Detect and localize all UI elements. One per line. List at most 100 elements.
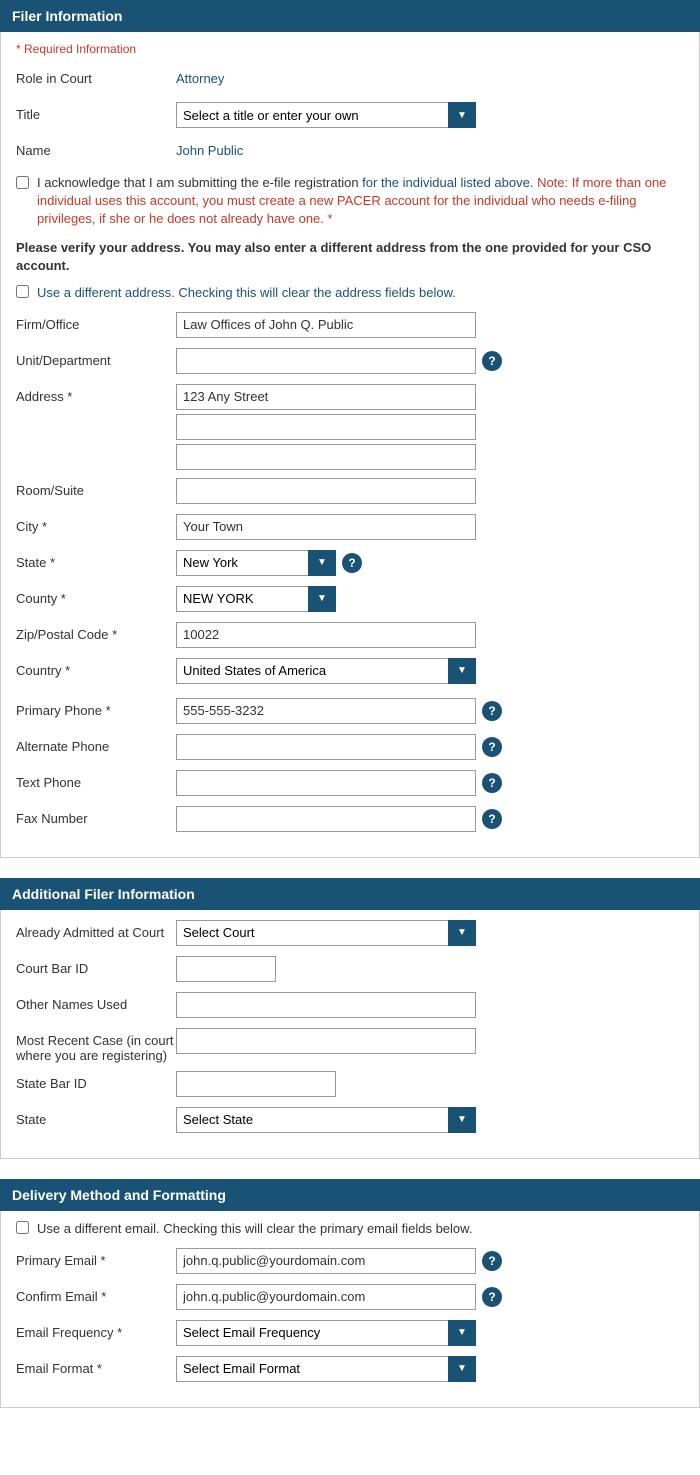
confirm-email-help-icon[interactable]: ?: [482, 1287, 502, 1307]
state-select-wrapper[interactable]: New York: [176, 550, 336, 576]
format-select-wrapper[interactable]: Select Email Format: [176, 1356, 476, 1382]
city-input[interactable]: [176, 514, 476, 540]
name-row: Name John Public: [16, 138, 684, 166]
email-format-label: Email Format *: [16, 1356, 176, 1376]
primary-email-row: Primary Email * ?: [16, 1248, 684, 1276]
confirm-email-row: Confirm Email * ?: [16, 1284, 684, 1312]
format-select[interactable]: Select Email Format: [176, 1356, 476, 1382]
additional-section-header: Additional Filer Information: [0, 878, 700, 910]
acknowledge-checkbox[interactable]: [16, 176, 29, 189]
delivery-section-title: Delivery Method and Formatting: [12, 1187, 226, 1203]
bar-id-row: Court Bar ID: [16, 956, 684, 984]
filer-section-title: Filer Information: [12, 8, 122, 24]
primary-phone-input[interactable]: [176, 698, 476, 724]
address-inputs: [176, 384, 476, 470]
role-row: Role in Court Attorney: [16, 66, 684, 94]
zip-input[interactable]: [176, 622, 476, 648]
room-label: Room/Suite: [16, 478, 176, 498]
role-value: Attorney: [176, 66, 224, 86]
bar-id-input[interactable]: [176, 956, 276, 982]
delivery-section-header: Delivery Method and Formatting: [0, 1179, 700, 1211]
bar-id-label: Court Bar ID: [16, 956, 176, 976]
diff-address-checkbox[interactable]: [16, 285, 29, 298]
text-phone-input[interactable]: [176, 770, 476, 796]
court-select[interactable]: Select Court: [176, 920, 476, 946]
frequency-select[interactable]: Select Email Frequency: [176, 1320, 476, 1346]
primary-email-input[interactable]: [176, 1248, 476, 1274]
filer-information-section: Filer Information * Required Information…: [0, 0, 700, 858]
additional-filer-section: Additional Filer Information Already Adm…: [0, 878, 700, 1159]
country-row: Country * United States of America: [16, 658, 684, 686]
name-label: Name: [16, 138, 176, 158]
alt-phone-label: Alternate Phone: [16, 734, 176, 754]
county-row: County * NEW YORK: [16, 586, 684, 614]
court-select-wrapper[interactable]: Select Court: [176, 920, 476, 946]
fax-help-icon[interactable]: ?: [482, 809, 502, 829]
state-bar-id-row: State Bar ID: [16, 1071, 684, 1099]
court-row: Already Admitted at Court Select Court: [16, 920, 684, 948]
unit-label: Unit/Department: [16, 348, 176, 368]
diff-address-row: Use a different address. Checking this w…: [16, 285, 684, 300]
city-label: City *: [16, 514, 176, 534]
state-help-icon[interactable]: ?: [342, 553, 362, 573]
room-input[interactable]: [176, 478, 476, 504]
diff-email-checkbox[interactable]: [16, 1221, 29, 1234]
diff-address-text: Use a different address. Checking this w…: [37, 285, 456, 300]
text-phone-help-icon[interactable]: ?: [482, 773, 502, 793]
acknowledge-row: I acknowledge that I am submitting the e…: [16, 174, 684, 229]
recent-case-row: Most Recent Case (in court where you are…: [16, 1028, 684, 1063]
title-row: Title Select a title or enter your own: [16, 102, 684, 130]
recent-case-input[interactable]: [176, 1028, 476, 1054]
title-select-wrapper[interactable]: Select a title or enter your own: [176, 102, 476, 128]
unit-input[interactable]: [176, 348, 476, 374]
primary-email-help-icon[interactable]: ?: [482, 1251, 502, 1271]
address-row: Address *: [16, 384, 684, 470]
county-select[interactable]: NEW YORK: [176, 586, 336, 612]
state-bar-id-input[interactable]: [176, 1071, 336, 1097]
state-select[interactable]: New York: [176, 550, 336, 576]
verify-text: Please verify your address. You may also…: [16, 239, 684, 275]
address-line1-input[interactable]: [176, 384, 476, 410]
zip-row: Zip/Postal Code *: [16, 622, 684, 650]
diff-email-row: Use a different email. Checking this wil…: [16, 1221, 684, 1236]
filer-section-header: Filer Information: [0, 0, 700, 32]
firm-input[interactable]: [176, 312, 476, 338]
city-row: City *: [16, 514, 684, 542]
other-names-label: Other Names Used: [16, 992, 176, 1012]
title-select[interactable]: Select a title or enter your own: [176, 102, 476, 128]
alt-phone-input[interactable]: [176, 734, 476, 760]
name-value: John Public: [176, 138, 243, 158]
ack-text-2: for the individual listed above.: [362, 175, 537, 190]
address-line2-input[interactable]: [176, 414, 476, 440]
country-select-wrapper[interactable]: United States of America: [176, 658, 476, 684]
other-names-input[interactable]: [176, 992, 476, 1018]
firm-row: Firm/Office: [16, 312, 684, 340]
court-label: Already Admitted at Court: [16, 920, 176, 940]
additional-section-title: Additional Filer Information: [12, 886, 195, 902]
required-info-label: * Required Information: [16, 42, 684, 56]
state-control-row: New York ?: [176, 550, 362, 576]
primary-phone-label: Primary Phone *: [16, 698, 176, 718]
additional-state-select-wrapper[interactable]: Select State: [176, 1107, 476, 1133]
additional-state-select[interactable]: Select State: [176, 1107, 476, 1133]
confirm-email-input[interactable]: [176, 1284, 476, 1310]
state-row: State * New York ?: [16, 550, 684, 578]
state-label: State *: [16, 550, 176, 570]
unit-row: Unit/Department ?: [16, 348, 684, 376]
fax-input[interactable]: [176, 806, 476, 832]
county-select-wrapper[interactable]: NEW YORK: [176, 586, 336, 612]
recent-case-label: Most Recent Case (in court where you are…: [16, 1028, 176, 1063]
zip-label: Zip/Postal Code *: [16, 622, 176, 642]
alt-phone-help-icon[interactable]: ?: [482, 737, 502, 757]
additional-state-label: State: [16, 1107, 176, 1127]
primary-phone-help-icon[interactable]: ?: [482, 701, 502, 721]
additional-state-row: State Select State: [16, 1107, 684, 1135]
address-line3-input[interactable]: [176, 444, 476, 470]
delivery-section: Delivery Method and Formatting Use a dif…: [0, 1179, 700, 1408]
country-select[interactable]: United States of America: [176, 658, 476, 684]
text-phone-row: Text Phone ?: [16, 770, 684, 798]
frequency-select-wrapper[interactable]: Select Email Frequency: [176, 1320, 476, 1346]
title-label: Title: [16, 102, 176, 122]
unit-help-icon[interactable]: ?: [482, 351, 502, 371]
role-label: Role in Court: [16, 66, 176, 86]
